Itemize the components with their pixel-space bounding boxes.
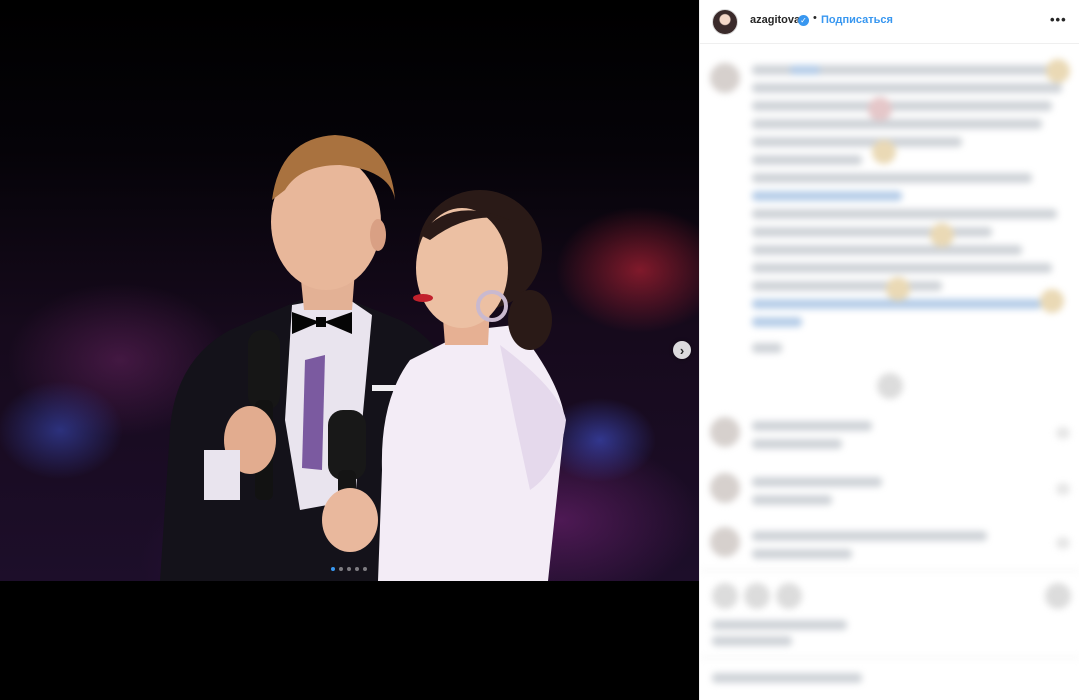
blurred-text-line — [752, 191, 902, 201]
carousel-dot-2 — [339, 567, 343, 571]
post-photo[interactable] — [0, 0, 699, 581]
comment-like-icon[interactable] — [1056, 537, 1070, 549]
chevron-right-icon: › — [679, 342, 685, 358]
divider — [700, 570, 1079, 571]
divider — [700, 657, 1079, 658]
blurred-text-line — [712, 636, 792, 646]
instagram-post-view: › azagitova ✓ • Подписаться ••• — [0, 0, 1079, 700]
username-link[interactable]: azagitova — [750, 14, 800, 26]
blurred-text-line — [752, 227, 992, 237]
blurred-text-line — [752, 421, 872, 431]
blurred-text-line — [752, 137, 962, 147]
blurred-text-line — [752, 263, 1052, 273]
blurred-emoji — [930, 223, 954, 247]
header-separator: • — [813, 12, 817, 24]
comment-avatar — [710, 527, 740, 557]
post-side-panel: azagitova ✓ • Подписаться ••• — [699, 0, 1079, 700]
blurred-text-line — [752, 155, 862, 165]
blurred-emoji — [886, 277, 910, 301]
blurred-text-line — [752, 101, 1052, 111]
blurred-text-line — [752, 549, 852, 559]
blurred-text-line — [752, 531, 987, 541]
caption-avatar — [710, 63, 740, 93]
carousel-dot-5 — [363, 567, 367, 571]
blurred-text-line — [752, 343, 782, 353]
share-icon[interactable] — [776, 583, 802, 609]
post-media: › — [0, 0, 699, 700]
verified-badge-icon: ✓ — [798, 15, 809, 26]
carousel-indicator — [331, 567, 367, 573]
blurred-text-line — [752, 173, 1032, 183]
carousel-dot-4 — [355, 567, 359, 571]
blurred-text-line — [752, 209, 1057, 219]
comment-icon[interactable] — [744, 583, 770, 609]
blurred-text-line — [752, 83, 1062, 93]
comments-area-blurred — [700, 45, 1079, 700]
blurred-text-line — [752, 439, 842, 449]
blurred-text-line — [752, 317, 802, 327]
comment-like-icon[interactable] — [1056, 427, 1070, 439]
blurred-text-line — [752, 245, 1022, 255]
carousel-dot-3 — [347, 567, 351, 571]
load-more-comments-icon[interactable] — [877, 373, 903, 399]
follow-button[interactable]: Подписаться — [821, 14, 893, 26]
carousel-dot-1 — [331, 567, 335, 571]
like-icon[interactable] — [712, 583, 738, 609]
blurred-text-line — [752, 495, 832, 505]
blurred-emoji — [872, 140, 896, 164]
carousel-next-button[interactable]: › — [673, 341, 691, 359]
bookmark-icon[interactable] — [1045, 583, 1071, 609]
post-header: azagitova ✓ • Подписаться ••• — [700, 0, 1079, 44]
comment-avatar — [710, 417, 740, 447]
avatar[interactable] — [712, 9, 738, 35]
blurred-text-line — [752, 119, 1042, 129]
blurred-text-line — [712, 673, 862, 683]
blurred-emoji — [868, 97, 892, 121]
photo-illustration — [160, 135, 566, 581]
blurred-emoji — [1040, 289, 1064, 313]
blurred-text-line — [752, 477, 882, 487]
comment-like-icon[interactable] — [1056, 483, 1070, 495]
blurred-text-line — [752, 281, 942, 291]
blurred-text-line — [712, 620, 847, 630]
blurred-emoji — [1046, 59, 1070, 83]
more-options-icon[interactable]: ••• — [1050, 12, 1067, 27]
blurred-text-line — [790, 65, 820, 75]
comment-avatar — [710, 473, 740, 503]
